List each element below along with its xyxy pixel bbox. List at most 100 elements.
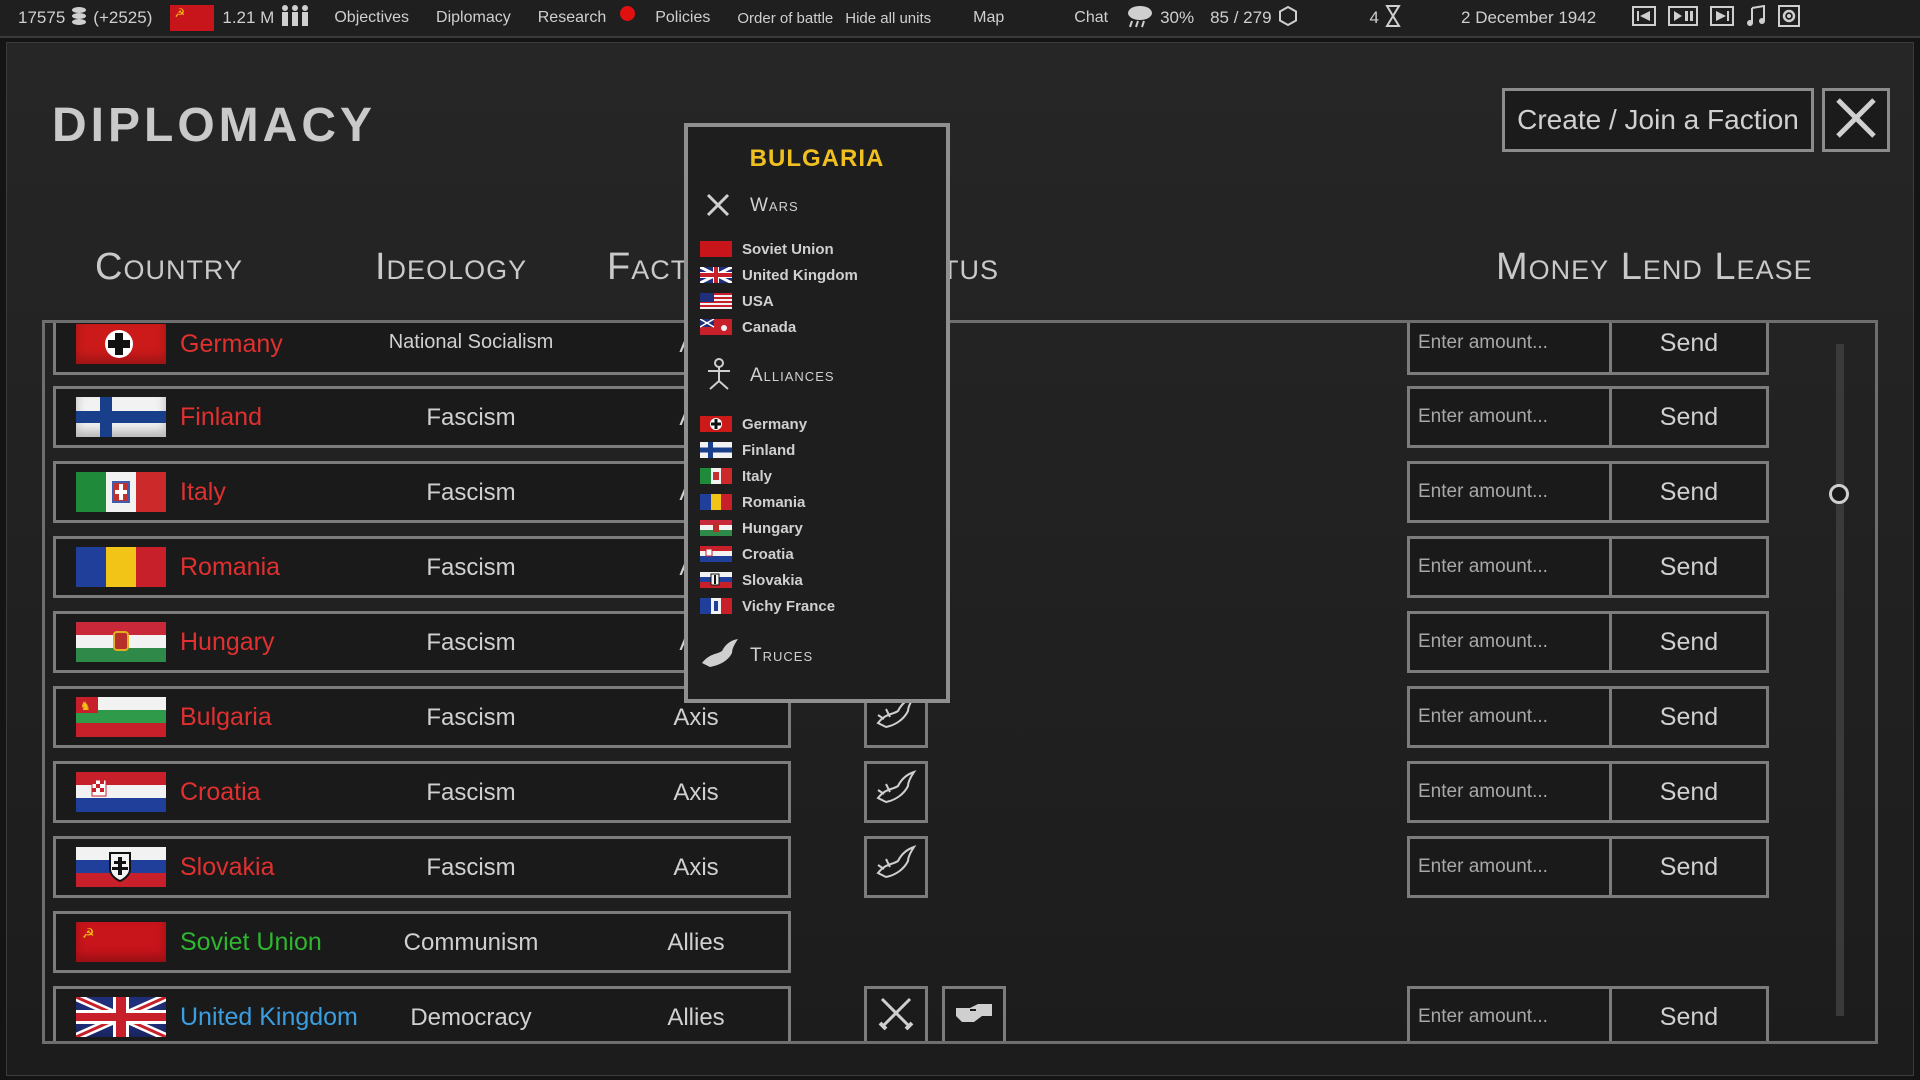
alliance-item: Italy xyxy=(700,465,772,487)
country-list: Germany National Socialism Axi Send Finl… xyxy=(42,320,1878,1044)
row-frame: ♞ Bulgaria Fascism Axis xyxy=(53,686,791,748)
send-button[interactable]: Send xyxy=(1609,761,1769,823)
country-faction: Axis xyxy=(673,854,719,881)
send-button[interactable]: Send xyxy=(1609,836,1769,898)
fast-forward-icon[interactable] xyxy=(1710,5,1735,31)
hourglass-icon xyxy=(1385,4,1401,32)
send-button[interactable]: Send xyxy=(1609,611,1769,673)
alliance-country: Germany xyxy=(742,415,808,433)
alliance-country: Hungary xyxy=(742,519,803,537)
menu-policies[interactable]: Policies xyxy=(655,9,710,27)
send-button[interactable]: Send xyxy=(1609,386,1769,448)
country-ideology: Fascism xyxy=(426,404,516,431)
peace-offer-button[interactable] xyxy=(942,986,1006,1041)
menu-objectives[interactable]: Objectives xyxy=(334,9,409,27)
units-value: 85 / 279 xyxy=(1210,8,1272,27)
country-row-hungary[interactable]: Hungary Fascism Axi Send xyxy=(45,611,1875,675)
country-row-croatia[interactable]: Croatia Fascism Axis Send xyxy=(45,761,1875,825)
lend-amount-input[interactable] xyxy=(1407,323,1612,375)
menu-chat[interactable]: Chat xyxy=(1074,9,1108,27)
alliance-item: Slovakia xyxy=(700,569,803,591)
romania-flag-icon xyxy=(700,494,732,510)
menu-research[interactable]: Research xyxy=(538,9,606,27)
coins-icon xyxy=(71,6,87,31)
send-button[interactable]: Send xyxy=(1609,986,1769,1041)
country-row-romania[interactable]: Romania Fascism Axi Send xyxy=(45,536,1875,600)
alliance-item: Hungary xyxy=(700,517,803,539)
country-row-germany[interactable]: Germany National Socialism Axi Send xyxy=(45,323,1875,387)
create-join-faction-button[interactable]: Create / Join a Faction xyxy=(1502,88,1814,152)
send-button[interactable]: Send xyxy=(1609,536,1769,598)
lend-amount-input[interactable] xyxy=(1407,536,1612,598)
soviet-union-flag-icon: ☭ xyxy=(76,922,166,962)
column-country: Country xyxy=(95,246,243,288)
country-ideology: Fascism xyxy=(426,479,516,506)
alliance-country: Romania xyxy=(742,493,806,511)
menu-order-of-battle[interactable]: Order of battle xyxy=(737,10,833,27)
lend-amount-input[interactable] xyxy=(1407,686,1612,748)
war-country: USA xyxy=(742,292,774,310)
weather-value: 30% xyxy=(1160,8,1195,27)
lend-amount-input[interactable] xyxy=(1407,461,1612,523)
send-button[interactable]: Send xyxy=(1609,686,1769,748)
alliances-heading: Alliances xyxy=(750,365,835,386)
crossed-swords-icon xyxy=(876,993,916,1041)
hungary-flag-icon xyxy=(76,622,166,662)
row-frame: Italy Fascism Axi xyxy=(53,461,791,523)
column-status: tus xyxy=(942,246,999,288)
row-frame: Finland Fascism Axi xyxy=(53,386,791,448)
play-pause-icon[interactable] xyxy=(1668,5,1699,31)
soviet-union-flag-icon xyxy=(700,241,732,257)
war-item: Canada xyxy=(699,316,797,338)
alliance-country: Croatia xyxy=(742,545,794,563)
truce-dove-button[interactable] xyxy=(864,761,928,823)
usa-flag-icon xyxy=(700,293,732,309)
country-row-soviet-union[interactable]: ☭ Soviet Union Communism Allies xyxy=(45,911,1875,975)
country-name: United Kingdom xyxy=(180,1003,358,1031)
country-ideology: Communism xyxy=(403,929,539,956)
list-scrollbar[interactable] xyxy=(1836,344,1844,1016)
row-frame: Croatia Fascism Axis xyxy=(53,761,791,823)
game-date: 2 December 1942 xyxy=(1461,8,1597,27)
country-faction: Allies xyxy=(667,1004,725,1031)
germany-flag-icon xyxy=(700,416,732,432)
war-status-button[interactable] xyxy=(864,986,928,1041)
lend-amount-input[interactable] xyxy=(1407,611,1612,673)
menu-map[interactable]: Map xyxy=(973,9,1004,27)
settings-gear-icon[interactable] xyxy=(1778,4,1801,32)
lend-amount-input[interactable] xyxy=(1407,836,1612,898)
war-country: Canada xyxy=(742,318,797,336)
send-button[interactable]: Send xyxy=(1609,461,1769,523)
income-value: (+2525) xyxy=(93,8,153,27)
country-row-united-kingdom[interactable]: United Kingdom Democracy Allies Send xyxy=(45,986,1875,1041)
lend-amount-input[interactable] xyxy=(1407,761,1612,823)
menu-diplomacy[interactable]: Diplomacy xyxy=(436,9,511,27)
country-row-bulgaria[interactable]: ♞ Bulgaria Fascism Axis Send xyxy=(45,686,1875,750)
menu-hide-all-units[interactable]: Hide all units xyxy=(845,10,931,27)
alliance-item: Croatia xyxy=(700,543,794,565)
lend-amount-input[interactable] xyxy=(1407,986,1612,1041)
war-item: USA xyxy=(700,290,774,312)
country-name: Bulgaria xyxy=(180,703,272,731)
player-flag-icon xyxy=(170,5,215,31)
country-row-italy[interactable]: Italy Fascism Axi Send xyxy=(45,461,1875,525)
truce-dove-button[interactable] xyxy=(864,836,928,898)
rewind-icon[interactable] xyxy=(1632,5,1657,31)
music-icon[interactable] xyxy=(1746,4,1766,32)
close-icon xyxy=(1834,96,1878,145)
war-item: United Kingdom xyxy=(699,264,858,286)
germany-flag-icon xyxy=(76,324,166,364)
country-row-slovakia[interactable]: Slovakia Fascism Axis Send xyxy=(45,836,1875,900)
country-ideology: Fascism xyxy=(426,779,516,806)
list-scrollbar-thumb[interactable] xyxy=(1829,484,1849,504)
lend-amount-input[interactable] xyxy=(1407,386,1612,448)
country-row-finland[interactable]: Finland Fascism Axi Send xyxy=(45,386,1875,450)
close-button[interactable] xyxy=(1822,88,1890,152)
top-bar: 17575 (+2525) 1.21 M Objectives Diplomac… xyxy=(0,0,1920,38)
finland-flag-icon xyxy=(700,442,732,458)
country-faction: Axis xyxy=(673,779,719,806)
send-button[interactable]: Send xyxy=(1609,323,1769,375)
united-kingdom-flag-icon xyxy=(76,997,166,1037)
canada-flag-icon xyxy=(699,318,732,335)
country-ideology: Democracy xyxy=(410,1004,532,1031)
